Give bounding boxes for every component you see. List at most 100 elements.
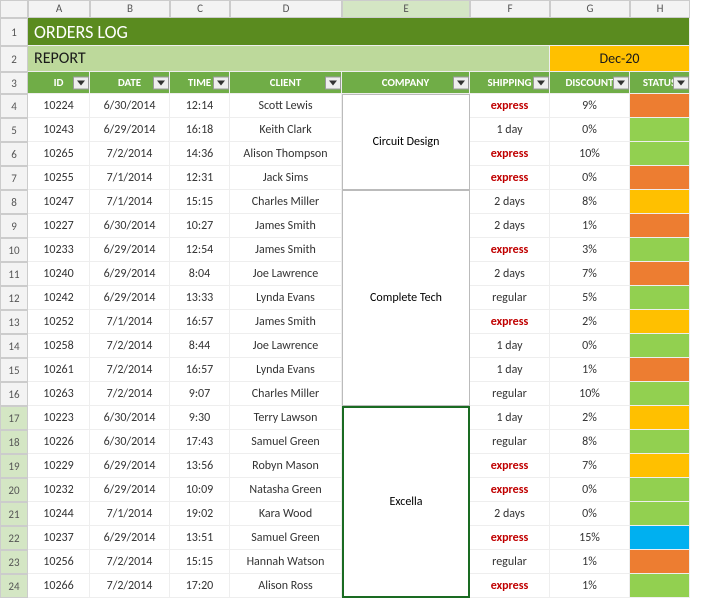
cell-time[interactable]: 13:33: [170, 286, 230, 310]
cell-id[interactable]: 10261: [28, 358, 90, 382]
cell-discount[interactable]: 15%: [550, 526, 630, 550]
filter-dropdown-icon[interactable]: [677, 80, 685, 85]
cell-status[interactable]: [630, 454, 690, 478]
row-header-13[interactable]: 13: [0, 310, 28, 334]
cell-discount[interactable]: 1%: [550, 214, 630, 238]
cell-client[interactable]: Lynda Evans: [230, 358, 342, 382]
cell-status[interactable]: [630, 358, 690, 382]
cell-time[interactable]: 8:44: [170, 334, 230, 358]
cell-shipping[interactable]: regular: [470, 550, 550, 574]
row-header-22[interactable]: 22: [0, 526, 28, 550]
filter-dropdown-icon[interactable]: [537, 80, 545, 85]
cell-client[interactable]: Samuel Green: [230, 430, 342, 454]
cell-shipping[interactable]: express: [470, 142, 550, 166]
header-company[interactable]: COMPANY: [342, 72, 470, 94]
cell-discount[interactable]: 9%: [550, 94, 630, 118]
cell-date[interactable]: 6/29/2014: [90, 262, 170, 286]
cell-client[interactable]: Terry Lawson: [230, 406, 342, 430]
cell-time[interactable]: 10:27: [170, 214, 230, 238]
cell-status[interactable]: [630, 286, 690, 310]
filter-dropdown-icon[interactable]: [457, 80, 465, 85]
filter-dropdown-icon[interactable]: [157, 80, 165, 85]
cell-client[interactable]: Samuel Green: [230, 526, 342, 550]
cell-date[interactable]: 7/1/2014: [90, 166, 170, 190]
cell-discount[interactable]: 5%: [550, 286, 630, 310]
cell-date[interactable]: 6/29/2014: [90, 286, 170, 310]
cell-id[interactable]: 10232: [28, 478, 90, 502]
cell-status[interactable]: [630, 550, 690, 574]
header-time[interactable]: TIME: [170, 72, 230, 94]
cell-time[interactable]: 9:07: [170, 382, 230, 406]
cell-id[interactable]: 10265: [28, 142, 90, 166]
cell-client[interactable]: Charles Miller: [230, 190, 342, 214]
cell-shipping[interactable]: express: [470, 94, 550, 118]
cell-time[interactable]: 13:51: [170, 526, 230, 550]
cell-status[interactable]: [630, 118, 690, 142]
filter-dropdown-icon[interactable]: [77, 80, 85, 85]
cell-time[interactable]: 17:20: [170, 574, 230, 598]
row-header-11[interactable]: 11: [0, 262, 28, 286]
row-header-19[interactable]: 19: [0, 454, 28, 478]
cell-time[interactable]: 12:31: [170, 166, 230, 190]
row-header-6[interactable]: 6: [0, 142, 28, 166]
cell-date[interactable]: 7/2/2014: [90, 382, 170, 406]
cell-date[interactable]: 7/1/2014: [90, 310, 170, 334]
col-header-A[interactable]: A: [28, 0, 90, 18]
row-header-21[interactable]: 21: [0, 502, 28, 526]
col-header-H[interactable]: H: [630, 0, 690, 18]
cell-client[interactable]: James Smith: [230, 310, 342, 334]
cell-time[interactable]: 17:43: [170, 430, 230, 454]
cell-discount[interactable]: 1%: [550, 358, 630, 382]
cell-time[interactable]: 15:15: [170, 550, 230, 574]
cell-client[interactable]: Hannah Watson: [230, 550, 342, 574]
cell-time[interactable]: 16:57: [170, 310, 230, 334]
cell-id[interactable]: 10244: [28, 502, 90, 526]
cell-discount[interactable]: 0%: [550, 502, 630, 526]
cell-id[interactable]: 10263: [28, 382, 90, 406]
cell-discount[interactable]: 2%: [550, 310, 630, 334]
cell-date[interactable]: 7/1/2014: [90, 190, 170, 214]
cell-date[interactable]: 7/1/2014: [90, 502, 170, 526]
row-header-16[interactable]: 16: [0, 382, 28, 406]
cell-time[interactable]: 8:04: [170, 262, 230, 286]
col-header-F[interactable]: F: [470, 0, 550, 18]
cell-client[interactable]: Joe Lawrence: [230, 262, 342, 286]
select-all-corner[interactable]: [0, 0, 28, 18]
cell-shipping[interactable]: express: [470, 166, 550, 190]
cell-status[interactable]: [630, 310, 690, 334]
cell-id[interactable]: 10233: [28, 238, 90, 262]
cell-time[interactable]: 13:56: [170, 454, 230, 478]
cell-id[interactable]: 10227: [28, 214, 90, 238]
cell-discount[interactable]: 3%: [550, 238, 630, 262]
cell-discount[interactable]: 0%: [550, 334, 630, 358]
col-header-D[interactable]: D: [230, 0, 342, 18]
header-status[interactable]: STATUS: [630, 72, 690, 94]
cell-company[interactable]: Circuit Design: [342, 94, 470, 190]
cell-shipping[interactable]: express: [470, 454, 550, 478]
row-header-7[interactable]: 7: [0, 166, 28, 190]
cell-client[interactable]: Keith Clark: [230, 118, 342, 142]
header-id[interactable]: ID: [28, 72, 90, 94]
cell-date[interactable]: 6/30/2014: [90, 94, 170, 118]
cell-time[interactable]: 16:57: [170, 358, 230, 382]
cell-date[interactable]: 6/29/2014: [90, 238, 170, 262]
cell-date[interactable]: 7/2/2014: [90, 574, 170, 598]
cell-time[interactable]: 14:36: [170, 142, 230, 166]
cell-shipping[interactable]: express: [470, 310, 550, 334]
cell-company[interactable]: Complete Tech: [342, 190, 470, 406]
cell-discount[interactable]: 1%: [550, 574, 630, 598]
col-header-E[interactable]: E: [342, 0, 470, 18]
row-header-10[interactable]: 10: [0, 238, 28, 262]
col-header-G[interactable]: G: [550, 0, 630, 18]
cell-client[interactable]: Lynda Evans: [230, 286, 342, 310]
cell-discount[interactable]: 0%: [550, 118, 630, 142]
cell-date[interactable]: 7/2/2014: [90, 550, 170, 574]
cell-time[interactable]: 15:15: [170, 190, 230, 214]
cell-date[interactable]: 6/30/2014: [90, 406, 170, 430]
cell-id[interactable]: 10229: [28, 454, 90, 478]
cell-id[interactable]: 10256: [28, 550, 90, 574]
cell-client[interactable]: Charles Miller: [230, 382, 342, 406]
cell-shipping[interactable]: regular: [470, 382, 550, 406]
cell-status[interactable]: [630, 214, 690, 238]
cell-status[interactable]: [630, 334, 690, 358]
